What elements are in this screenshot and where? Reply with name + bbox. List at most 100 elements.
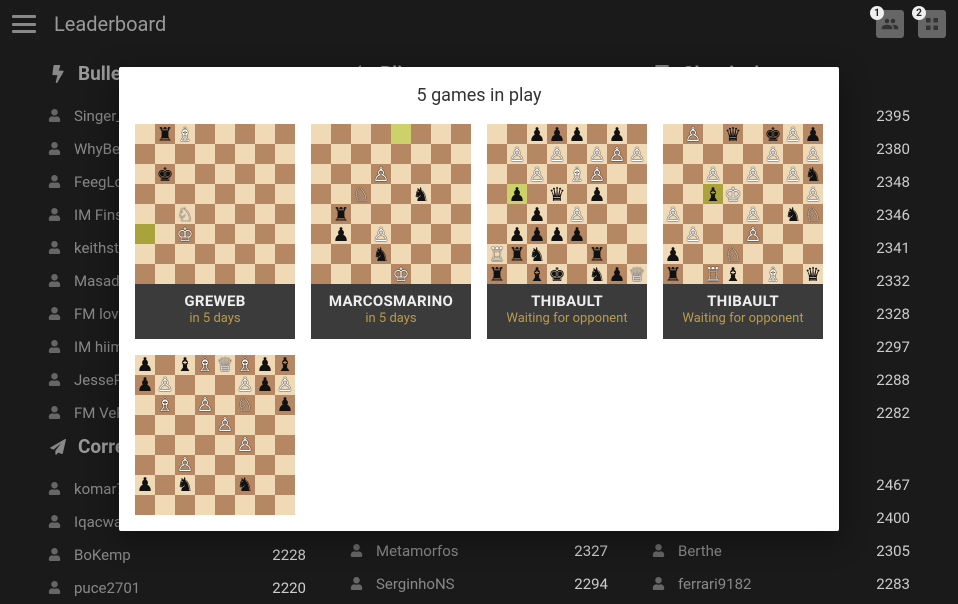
square-f5[interactable]: ♟ bbox=[587, 184, 607, 204]
square-g1[interactable] bbox=[783, 264, 803, 284]
square-f2[interactable]: ♞ bbox=[235, 475, 255, 495]
square-a2[interactable]: ♟ bbox=[135, 475, 155, 495]
square-e3[interactable] bbox=[215, 224, 235, 244]
square-g7[interactable] bbox=[431, 144, 451, 164]
square-f3[interactable] bbox=[587, 224, 607, 244]
square-b6[interactable]: ♗ bbox=[155, 395, 175, 415]
square-d7[interactable] bbox=[723, 144, 743, 164]
square-e4[interactable]: ♙ bbox=[567, 204, 587, 224]
square-g6[interactable] bbox=[255, 395, 275, 415]
square-d2[interactable] bbox=[195, 475, 215, 495]
square-d6[interactable] bbox=[547, 164, 567, 184]
square-g4[interactable]: ♞ bbox=[783, 204, 803, 224]
square-c1[interactable] bbox=[175, 264, 195, 284]
square-f5[interactable] bbox=[235, 415, 255, 435]
square-a6[interactable] bbox=[135, 164, 155, 184]
square-c8[interactable]: ♗ bbox=[175, 124, 195, 144]
square-f2[interactable] bbox=[235, 244, 255, 264]
square-b3[interactable]: ♙ bbox=[683, 224, 703, 244]
square-b5[interactable] bbox=[155, 184, 175, 204]
square-a5[interactable] bbox=[663, 184, 683, 204]
square-g3[interactable] bbox=[255, 455, 275, 475]
square-a1[interactable] bbox=[135, 264, 155, 284]
square-b7[interactable] bbox=[683, 144, 703, 164]
square-c5[interactable]: ♝ bbox=[703, 184, 723, 204]
square-f8[interactable]: ♚ bbox=[763, 124, 783, 144]
square-d5[interactable] bbox=[195, 415, 215, 435]
square-f7[interactable] bbox=[235, 144, 255, 164]
square-e6[interactable] bbox=[215, 164, 235, 184]
square-f7[interactable]: ♙ bbox=[235, 375, 255, 395]
square-b3[interactable]: ♟ bbox=[331, 224, 351, 244]
square-e7[interactable] bbox=[215, 375, 235, 395]
square-c2[interactable]: ♞ bbox=[527, 244, 547, 264]
square-h5[interactable] bbox=[451, 184, 471, 204]
square-g4[interactable] bbox=[255, 204, 275, 224]
square-a5[interactable] bbox=[135, 184, 155, 204]
square-b5[interactable]: ♟ bbox=[507, 184, 527, 204]
square-e7[interactable] bbox=[391, 144, 411, 164]
square-d2[interactable] bbox=[195, 244, 215, 264]
square-a4[interactable] bbox=[135, 435, 155, 455]
square-g8[interactable]: ♙ bbox=[783, 124, 803, 144]
square-f6[interactable] bbox=[763, 164, 783, 184]
square-g2[interactable] bbox=[255, 475, 275, 495]
square-d3[interactable]: ♟ bbox=[547, 224, 567, 244]
square-c8[interactable]: ♝ bbox=[175, 355, 195, 375]
square-b4[interactable] bbox=[155, 435, 175, 455]
square-b7[interactable] bbox=[155, 144, 175, 164]
square-d3[interactable] bbox=[195, 455, 215, 475]
square-c4[interactable] bbox=[703, 204, 723, 224]
square-e7[interactable] bbox=[743, 144, 763, 164]
square-f8[interactable] bbox=[587, 124, 607, 144]
square-h7[interactable]: ♙ bbox=[627, 144, 647, 164]
square-b3[interactable] bbox=[155, 455, 175, 475]
square-h3[interactable] bbox=[275, 224, 295, 244]
square-d2[interactable] bbox=[547, 244, 567, 264]
square-g8[interactable]: ♟ bbox=[255, 355, 275, 375]
square-e5[interactable] bbox=[743, 184, 763, 204]
square-a8[interactable] bbox=[135, 124, 155, 144]
square-b4[interactable] bbox=[155, 204, 175, 224]
game-card[interactable]: ♟♟♟♟♙♙♙♙♙♙♗♙♟♛♟♟♙♟♟♟♟♖♜♞♜♜♝♚♞♟♕THIBAULTW… bbox=[487, 124, 647, 339]
square-d8[interactable] bbox=[371, 124, 391, 144]
square-h1[interactable] bbox=[451, 264, 471, 284]
square-f3[interactable] bbox=[763, 224, 783, 244]
square-a8[interactable]: ♟ bbox=[135, 355, 155, 375]
square-h1[interactable] bbox=[275, 264, 295, 284]
square-b4[interactable] bbox=[507, 204, 527, 224]
square-c2[interactable] bbox=[351, 244, 371, 264]
square-d1[interactable] bbox=[371, 264, 391, 284]
square-b6[interactable]: ♚ bbox=[155, 164, 175, 184]
square-d5[interactable]: ♔ bbox=[723, 184, 743, 204]
square-e7[interactable] bbox=[215, 144, 235, 164]
square-g2[interactable] bbox=[607, 244, 627, 264]
square-g5[interactable] bbox=[607, 184, 627, 204]
square-c7[interactable] bbox=[527, 144, 547, 164]
square-g8[interactable] bbox=[431, 124, 451, 144]
square-g7[interactable]: ♙ bbox=[607, 144, 627, 164]
square-h6[interactable]: ♞ bbox=[803, 164, 823, 184]
square-b7[interactable] bbox=[331, 144, 351, 164]
square-b1[interactable] bbox=[331, 264, 351, 284]
square-a5[interactable] bbox=[311, 184, 331, 204]
square-h7[interactable]: ♙ bbox=[803, 144, 823, 164]
square-b3[interactable] bbox=[155, 224, 175, 244]
square-g6[interactable] bbox=[431, 164, 451, 184]
square-d2[interactable]: ♞ bbox=[371, 244, 391, 264]
square-h3[interactable] bbox=[451, 224, 471, 244]
square-a6[interactable] bbox=[311, 164, 331, 184]
square-f1[interactable]: ♗ bbox=[763, 264, 783, 284]
square-h4[interactable]: ♘ bbox=[803, 204, 823, 224]
square-c3[interactable]: ♔ bbox=[175, 224, 195, 244]
square-h7[interactable] bbox=[451, 144, 471, 164]
square-a3[interactable] bbox=[135, 455, 155, 475]
square-g3[interactable] bbox=[255, 224, 275, 244]
square-h1[interactable] bbox=[275, 495, 295, 515]
square-e8[interactable] bbox=[743, 124, 763, 144]
square-a2[interactable]: ♖ bbox=[487, 244, 507, 264]
square-h3[interactable] bbox=[275, 455, 295, 475]
square-g3[interactable] bbox=[431, 224, 451, 244]
square-e3[interactable]: ♟ bbox=[567, 224, 587, 244]
game-card[interactable]: ♙♘♞♜♟♙♞♔MARCOSMARINOin 5 days bbox=[311, 124, 471, 339]
